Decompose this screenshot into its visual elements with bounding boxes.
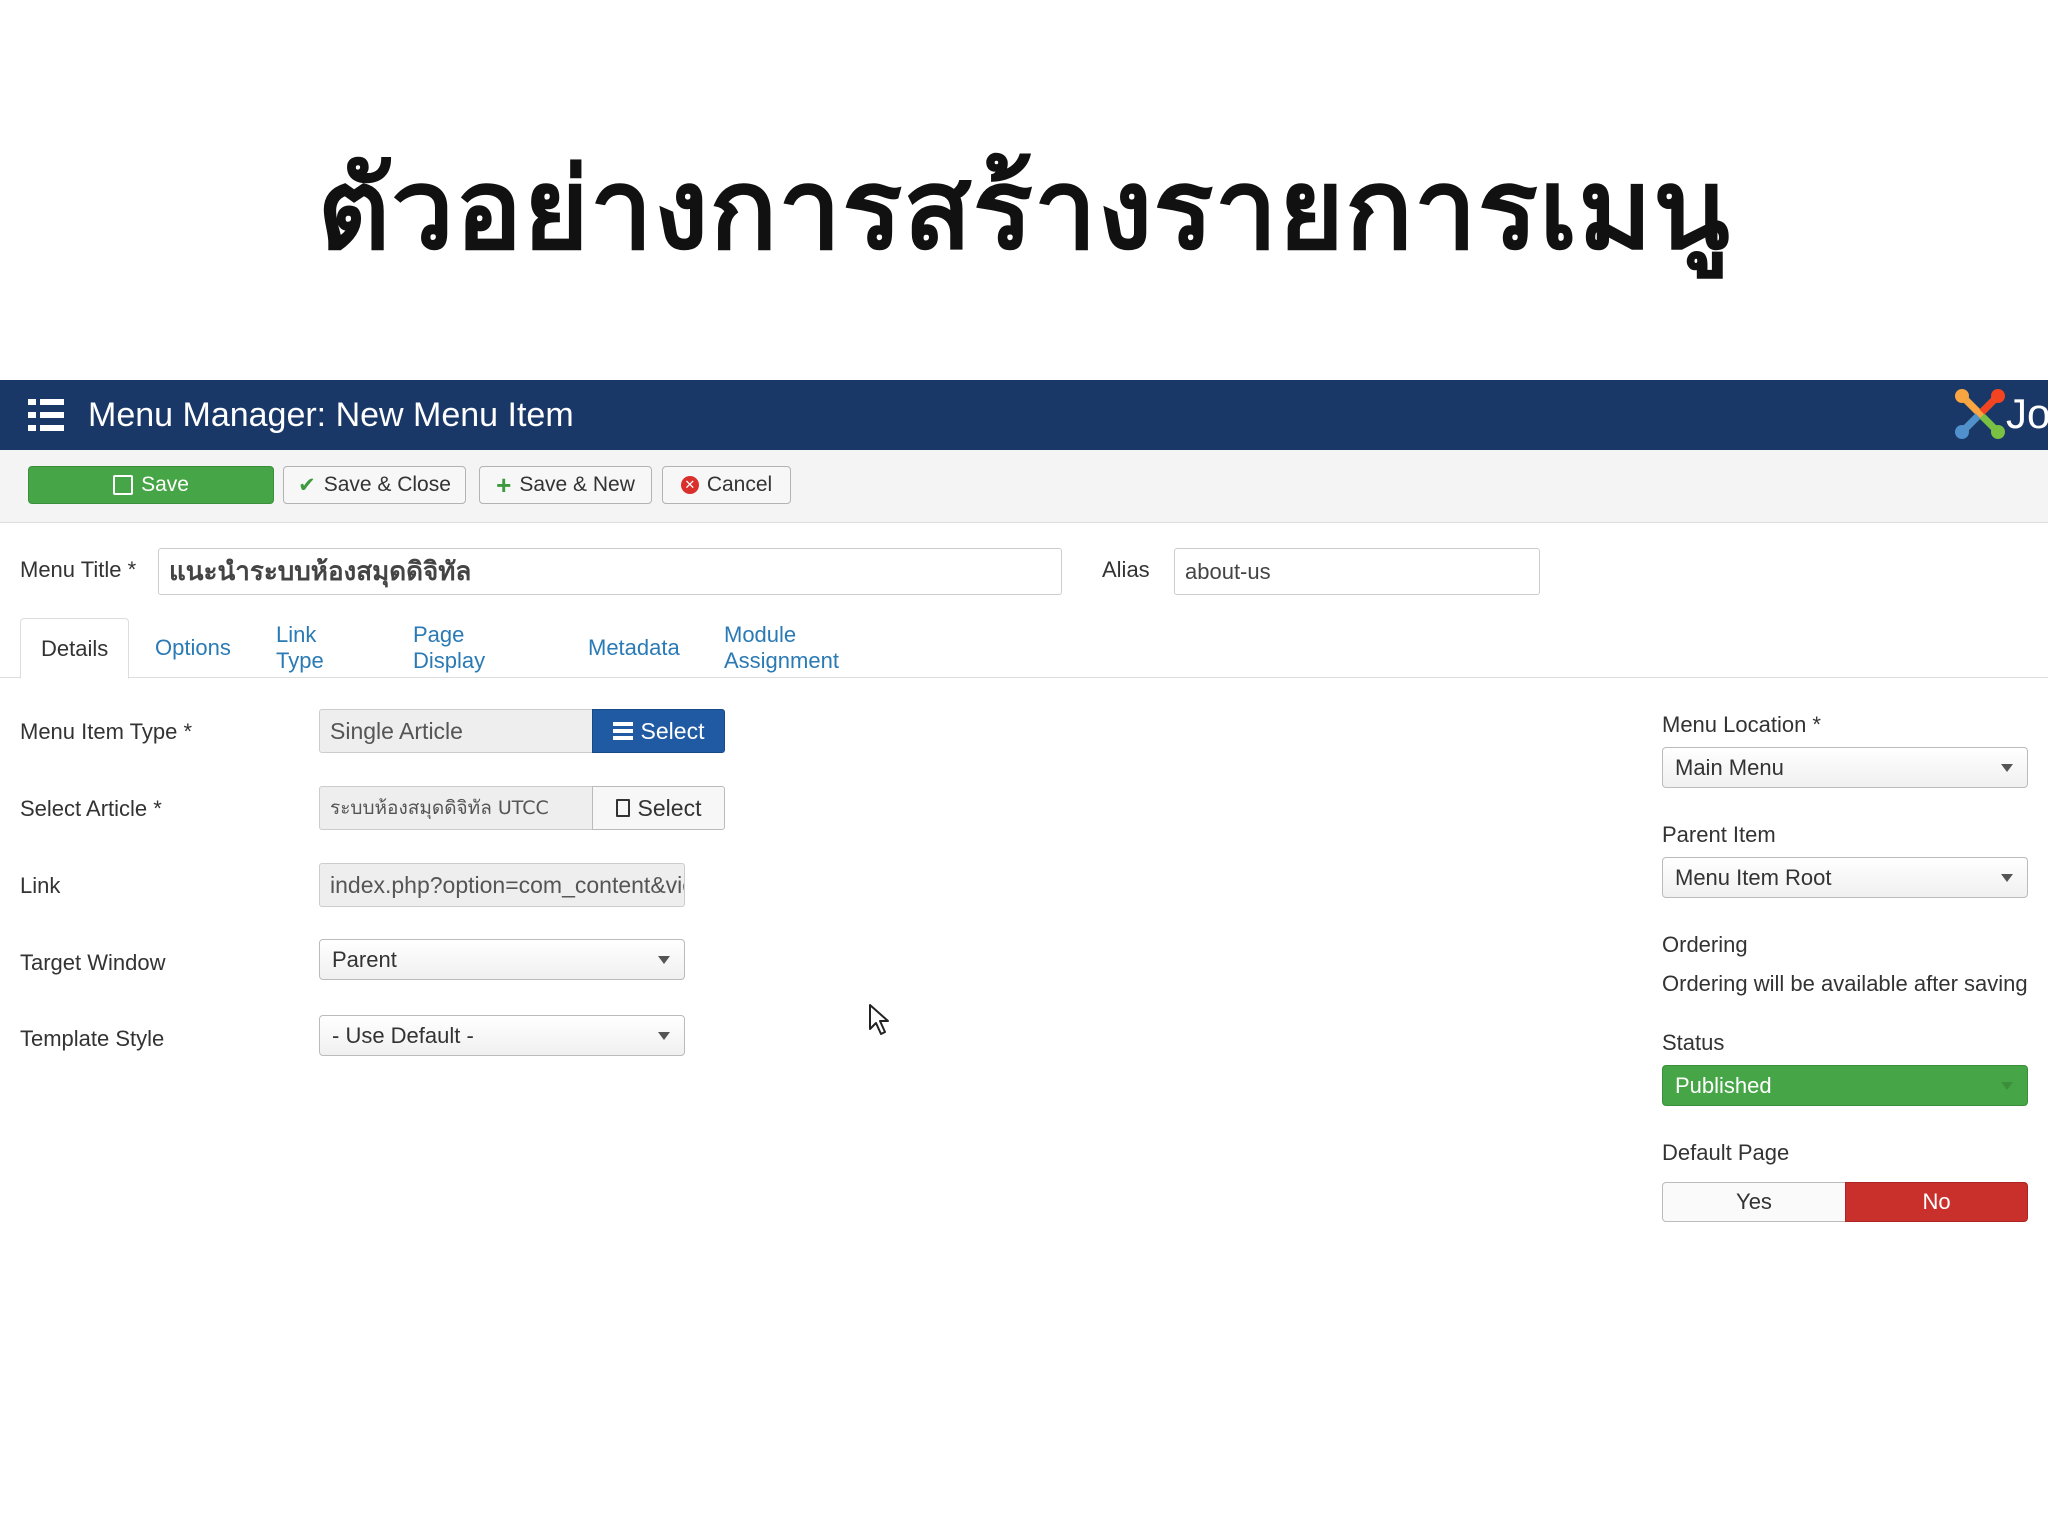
plus-icon: + [496, 470, 512, 500]
menu-location-select[interactable]: Main Menu [1662, 747, 2028, 788]
tab-page-display[interactable]: Page Display [413, 618, 485, 678]
default-page-label: Default Page [1662, 1140, 1790, 1165]
tab-link-type[interactable]: Link Type [276, 618, 324, 678]
chevron-down-icon [2001, 873, 2013, 882]
save-close-button[interactable]: ✔ Save & Close [283, 466, 466, 504]
link-field: index.php?option=com_content&view=articl… [319, 863, 685, 907]
select-label: Select [640, 717, 705, 744]
cancel-label: Cancel [706, 473, 773, 496]
menu-item-type-label: Menu Item Type * [20, 719, 193, 744]
tab-module-assignment[interactable]: Module Assignment [724, 618, 839, 678]
save-close-label: Save & Close [323, 473, 451, 496]
ordering-label: Ordering [1662, 932, 1748, 957]
alias-label: Alias [1102, 557, 1150, 582]
tab-details[interactable]: Details [20, 618, 129, 679]
parent-item-label: Parent Item [1662, 822, 1776, 847]
select-article-field: ระบบห้องสมุดดิจิทัล UTCC [319, 786, 593, 830]
chevron-down-icon [658, 955, 670, 964]
mouse-cursor-icon [869, 1004, 889, 1035]
parent-item-select[interactable]: Menu Item Root [1662, 857, 2028, 898]
page-title: Menu Manager: New Menu Item [88, 395, 574, 434]
menu-location-value: Main Menu [1675, 754, 1784, 780]
cancel-button[interactable]: ✕ Cancel [662, 466, 791, 504]
template-style-select[interactable]: - Use Default - [319, 1015, 685, 1056]
edit-icon [113, 475, 134, 495]
status-select[interactable]: Published [1662, 1065, 2028, 1106]
app-header: Menu Manager: New Menu Item Jo [0, 380, 2048, 450]
save-button[interactable]: Save [28, 466, 274, 504]
template-style-value: - Use Default - [332, 1022, 474, 1048]
tab-metadata[interactable]: Metadata [588, 618, 680, 678]
menu-title-input[interactable]: แนะนำระบบห้องสมุดดิจิทัล [158, 548, 1062, 595]
menu-list-icon [28, 399, 64, 431]
tab-options[interactable]: Options [155, 618, 231, 678]
toolbar: Save ✔ Save & Close + Save & New ✕ Cance… [0, 450, 2048, 523]
logo-text: Jo [2006, 390, 2048, 437]
chevron-down-icon [2001, 1081, 2013, 1090]
menu-location-label: Menu Location * [1662, 712, 1821, 737]
menu-item-type-field: Single Article [319, 709, 593, 753]
status-label: Status [1662, 1030, 1725, 1055]
chevron-down-icon [2001, 763, 2013, 772]
menu-item-type-select-button[interactable]: Select [592, 709, 725, 753]
target-window-value: Parent [332, 946, 397, 972]
select-article-button[interactable]: Select [592, 786, 725, 830]
save-new-label: Save & New [519, 473, 635, 496]
parent-item-value: Menu Item Root [1675, 864, 1832, 890]
document-icon [615, 799, 630, 817]
default-page-yes-button[interactable]: Yes [1662, 1182, 1846, 1222]
link-label: Link [20, 873, 61, 898]
ordering-note: Ordering will be available after saving [1662, 971, 2028, 996]
menu-title-label: Menu Title * [20, 557, 137, 582]
check-icon: ✔ [298, 473, 316, 497]
joomla-logo: Jo [1948, 384, 2048, 446]
status-value: Published [1675, 1072, 1772, 1098]
target-window-select[interactable]: Parent [319, 939, 685, 980]
template-style-label: Template Style [20, 1026, 165, 1051]
select-article-button-label: Select [637, 794, 702, 821]
cancel-icon: ✕ [680, 476, 699, 494]
select-article-label: Select Article * [20, 796, 162, 821]
slide-title: ตัวอย่างการสร้างรายการเมนู [317, 145, 1731, 275]
joomla-logo-icon [1955, 389, 2005, 439]
save-label: Save [141, 473, 189, 496]
target-window-label: Target Window [20, 950, 166, 975]
chevron-down-icon [658, 1031, 670, 1040]
list-icon [612, 722, 633, 740]
save-new-button[interactable]: + Save & New [479, 466, 652, 504]
default-page-no-button[interactable]: No [1845, 1182, 2028, 1222]
alias-input[interactable]: about-us [1174, 548, 1540, 595]
